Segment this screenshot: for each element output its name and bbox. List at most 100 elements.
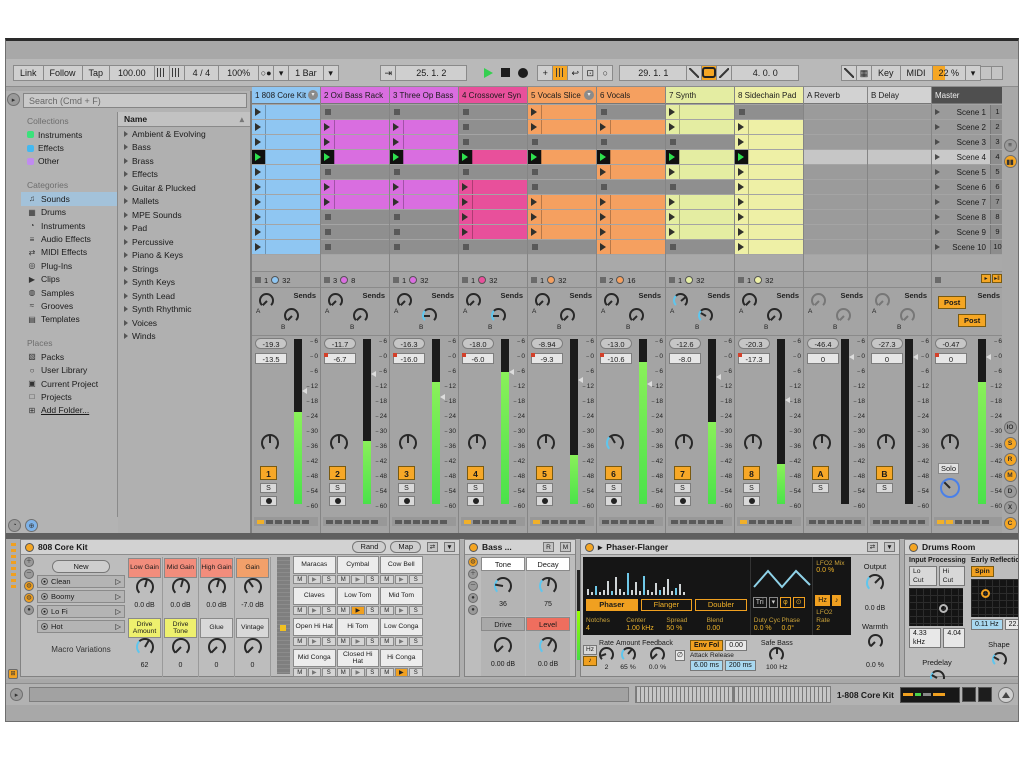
search-input[interactable]: Search (Cmd + F)	[23, 93, 247, 108]
stop-slot[interactable]	[459, 105, 527, 119]
clip-stop-icon[interactable]	[739, 109, 745, 115]
lfo2-sync-button[interactable]: ♪	[832, 595, 842, 606]
pad-name[interactable]: Low Conga	[380, 618, 423, 636]
solo-button[interactable]: S	[398, 483, 415, 493]
spread-param[interactable]: Spread50 %	[666, 617, 706, 633]
clip-slot[interactable]	[666, 225, 734, 239]
clip-stop-icon[interactable]	[601, 184, 607, 190]
rack-toggle-icon[interactable]: －	[468, 581, 478, 591]
lfo-retrigger-button[interactable]: ⊙	[793, 597, 805, 608]
pan-knob[interactable]	[941, 434, 959, 452]
empty-slot-area[interactable]	[252, 255, 320, 272]
volume-field[interactable]: 0	[935, 353, 967, 364]
track-header[interactable]: 2 Oxi Bass Rack	[321, 87, 389, 104]
peak-level-field[interactable]: -0.47	[935, 338, 967, 349]
expand-arrow-icon[interactable]	[124, 198, 128, 204]
track-activator-button[interactable]: 8	[743, 466, 760, 480]
param-value[interactable]: 4	[586, 625, 590, 632]
arm-button[interactable]	[398, 496, 415, 506]
collection-item[interactable]: Effects	[21, 141, 117, 154]
sidebar-item-drums[interactable]: ▦Drums	[21, 206, 117, 219]
empty-slot-area[interactable]	[459, 255, 527, 272]
pad-play-button[interactable]: ▶	[308, 575, 322, 584]
mixer-toggle-s[interactable]: S	[1004, 437, 1017, 450]
post-a-button[interactable]: Post	[938, 296, 966, 309]
clip-slot[interactable]	[528, 105, 596, 119]
empty-slot-area[interactable]	[735, 255, 803, 272]
sidebar-item-templates[interactable]: ▤Templates	[21, 313, 117, 326]
expand-arrow-icon[interactable]	[124, 225, 128, 231]
rack-toggle-icon[interactable]: ＋	[468, 569, 478, 579]
track-header[interactable]: 7 Synth	[666, 87, 734, 104]
return-slot[interactable]	[804, 195, 867, 209]
arm-button[interactable]	[467, 496, 484, 506]
return-slot[interactable]	[868, 225, 931, 239]
stop-slot[interactable]	[459, 165, 527, 179]
clip-stop-icon[interactable]	[325, 109, 331, 115]
clip-slot[interactable]	[459, 210, 527, 224]
clip-slot[interactable]	[735, 225, 803, 239]
clip-playing[interactable]	[666, 150, 734, 164]
clip-playing[interactable]	[390, 150, 458, 164]
clip-play-icon[interactable]	[462, 228, 468, 236]
track-header[interactable]: 3 Three Op Bass	[390, 87, 458, 104]
list-header-name[interactable]: Name▴	[118, 112, 250, 127]
peak-level-field[interactable]: -12.6	[669, 338, 701, 349]
browser-list-item[interactable]: Synth Keys	[118, 276, 250, 290]
arm-button[interactable]	[329, 496, 346, 506]
spin-button[interactable]: Spin	[971, 566, 994, 577]
clip-stop-icon[interactable]	[325, 214, 331, 220]
track-activator-button[interactable]: 4	[467, 466, 484, 480]
playing-clip-button[interactable]	[597, 150, 610, 164]
rack-toggle-icon[interactable]: ◍	[24, 593, 34, 603]
lock-icon[interactable]: ●	[41, 623, 48, 630]
phase-invert-button[interactable]: φ	[780, 597, 791, 608]
send-a-knob[interactable]	[259, 293, 274, 308]
tap-tempo-button[interactable]: Tap	[82, 65, 111, 81]
arm-button[interactable]	[260, 496, 277, 506]
empty-slot-area[interactable]	[868, 255, 931, 272]
variation-launch-icon[interactable]: ▷	[115, 592, 121, 601]
solo-button[interactable]: S	[329, 483, 346, 493]
solo-button[interactable]: S	[605, 483, 622, 493]
empty-slot-area[interactable]	[390, 255, 458, 272]
pad-solo-button[interactable]: S	[366, 637, 380, 646]
quantization-menu[interactable]: 1 Bar	[288, 65, 324, 81]
send-b-knob[interactable]	[560, 308, 575, 323]
clip-play-icon[interactable]	[669, 228, 675, 236]
device-on-toggle[interactable]	[469, 543, 478, 552]
clip-slot[interactable]	[252, 180, 320, 194]
drum-pad-mid-conga[interactable]: Mid CongaM▶S	[293, 649, 336, 679]
clip-play-icon[interactable]	[738, 198, 744, 206]
macro-glue[interactable]: Glue0	[199, 617, 235, 677]
scene-row-8[interactable]: Scene 88	[932, 210, 1002, 224]
drum-pad-hi-conga[interactable]: Hi CongaM▶S	[380, 649, 423, 679]
pad-mute-button[interactable]: M	[380, 668, 394, 677]
browser-list-item[interactable]: Brass	[118, 154, 250, 168]
arrangement-play-icon[interactable]: ▸‖	[992, 274, 1002, 283]
dry-wet-knob[interactable]: Dry/Wet 34 %	[853, 673, 897, 679]
clip-playing[interactable]	[459, 150, 527, 164]
browser-collapse-button[interactable]: ▸	[7, 93, 20, 106]
track-menu-icon[interactable]: ▾	[308, 90, 318, 100]
rack-toggle-icon[interactable]: －	[24, 569, 34, 579]
param-value[interactable]: 1.00 kHz	[626, 625, 654, 632]
hot-swap-icon[interactable]: ⇄	[867, 542, 878, 552]
session-overview-button[interactable]: ≡	[1004, 139, 1017, 152]
stop-slot[interactable]	[528, 180, 596, 194]
clip-slot[interactable]	[252, 165, 320, 179]
pad-mute-button[interactable]: M	[380, 637, 394, 646]
level-knob-cell[interactable]: Level0.0 dB	[526, 617, 570, 676]
macro-variation-clean[interactable]: ●Clean▷	[37, 575, 125, 588]
clip-play-icon[interactable]	[393, 183, 399, 191]
stop-slot[interactable]	[528, 165, 596, 179]
quantization-dropdown-icon[interactable]: ▾	[323, 65, 339, 81]
expand-arrow-icon[interactable]	[124, 171, 128, 177]
volume-fader-handle[interactable]	[509, 369, 514, 375]
clip-play-icon[interactable]	[531, 108, 537, 116]
drum-pad-low-tom[interactable]: Low TomM▶S	[337, 587, 380, 617]
mode-tab-flanger[interactable]: Flanger	[641, 599, 693, 611]
stop-slot[interactable]	[321, 165, 389, 179]
pad-solo-button[interactable]: S	[322, 637, 336, 646]
drum-pad-open-hi-hat[interactable]: Open Hi HatM▶S	[293, 618, 336, 648]
